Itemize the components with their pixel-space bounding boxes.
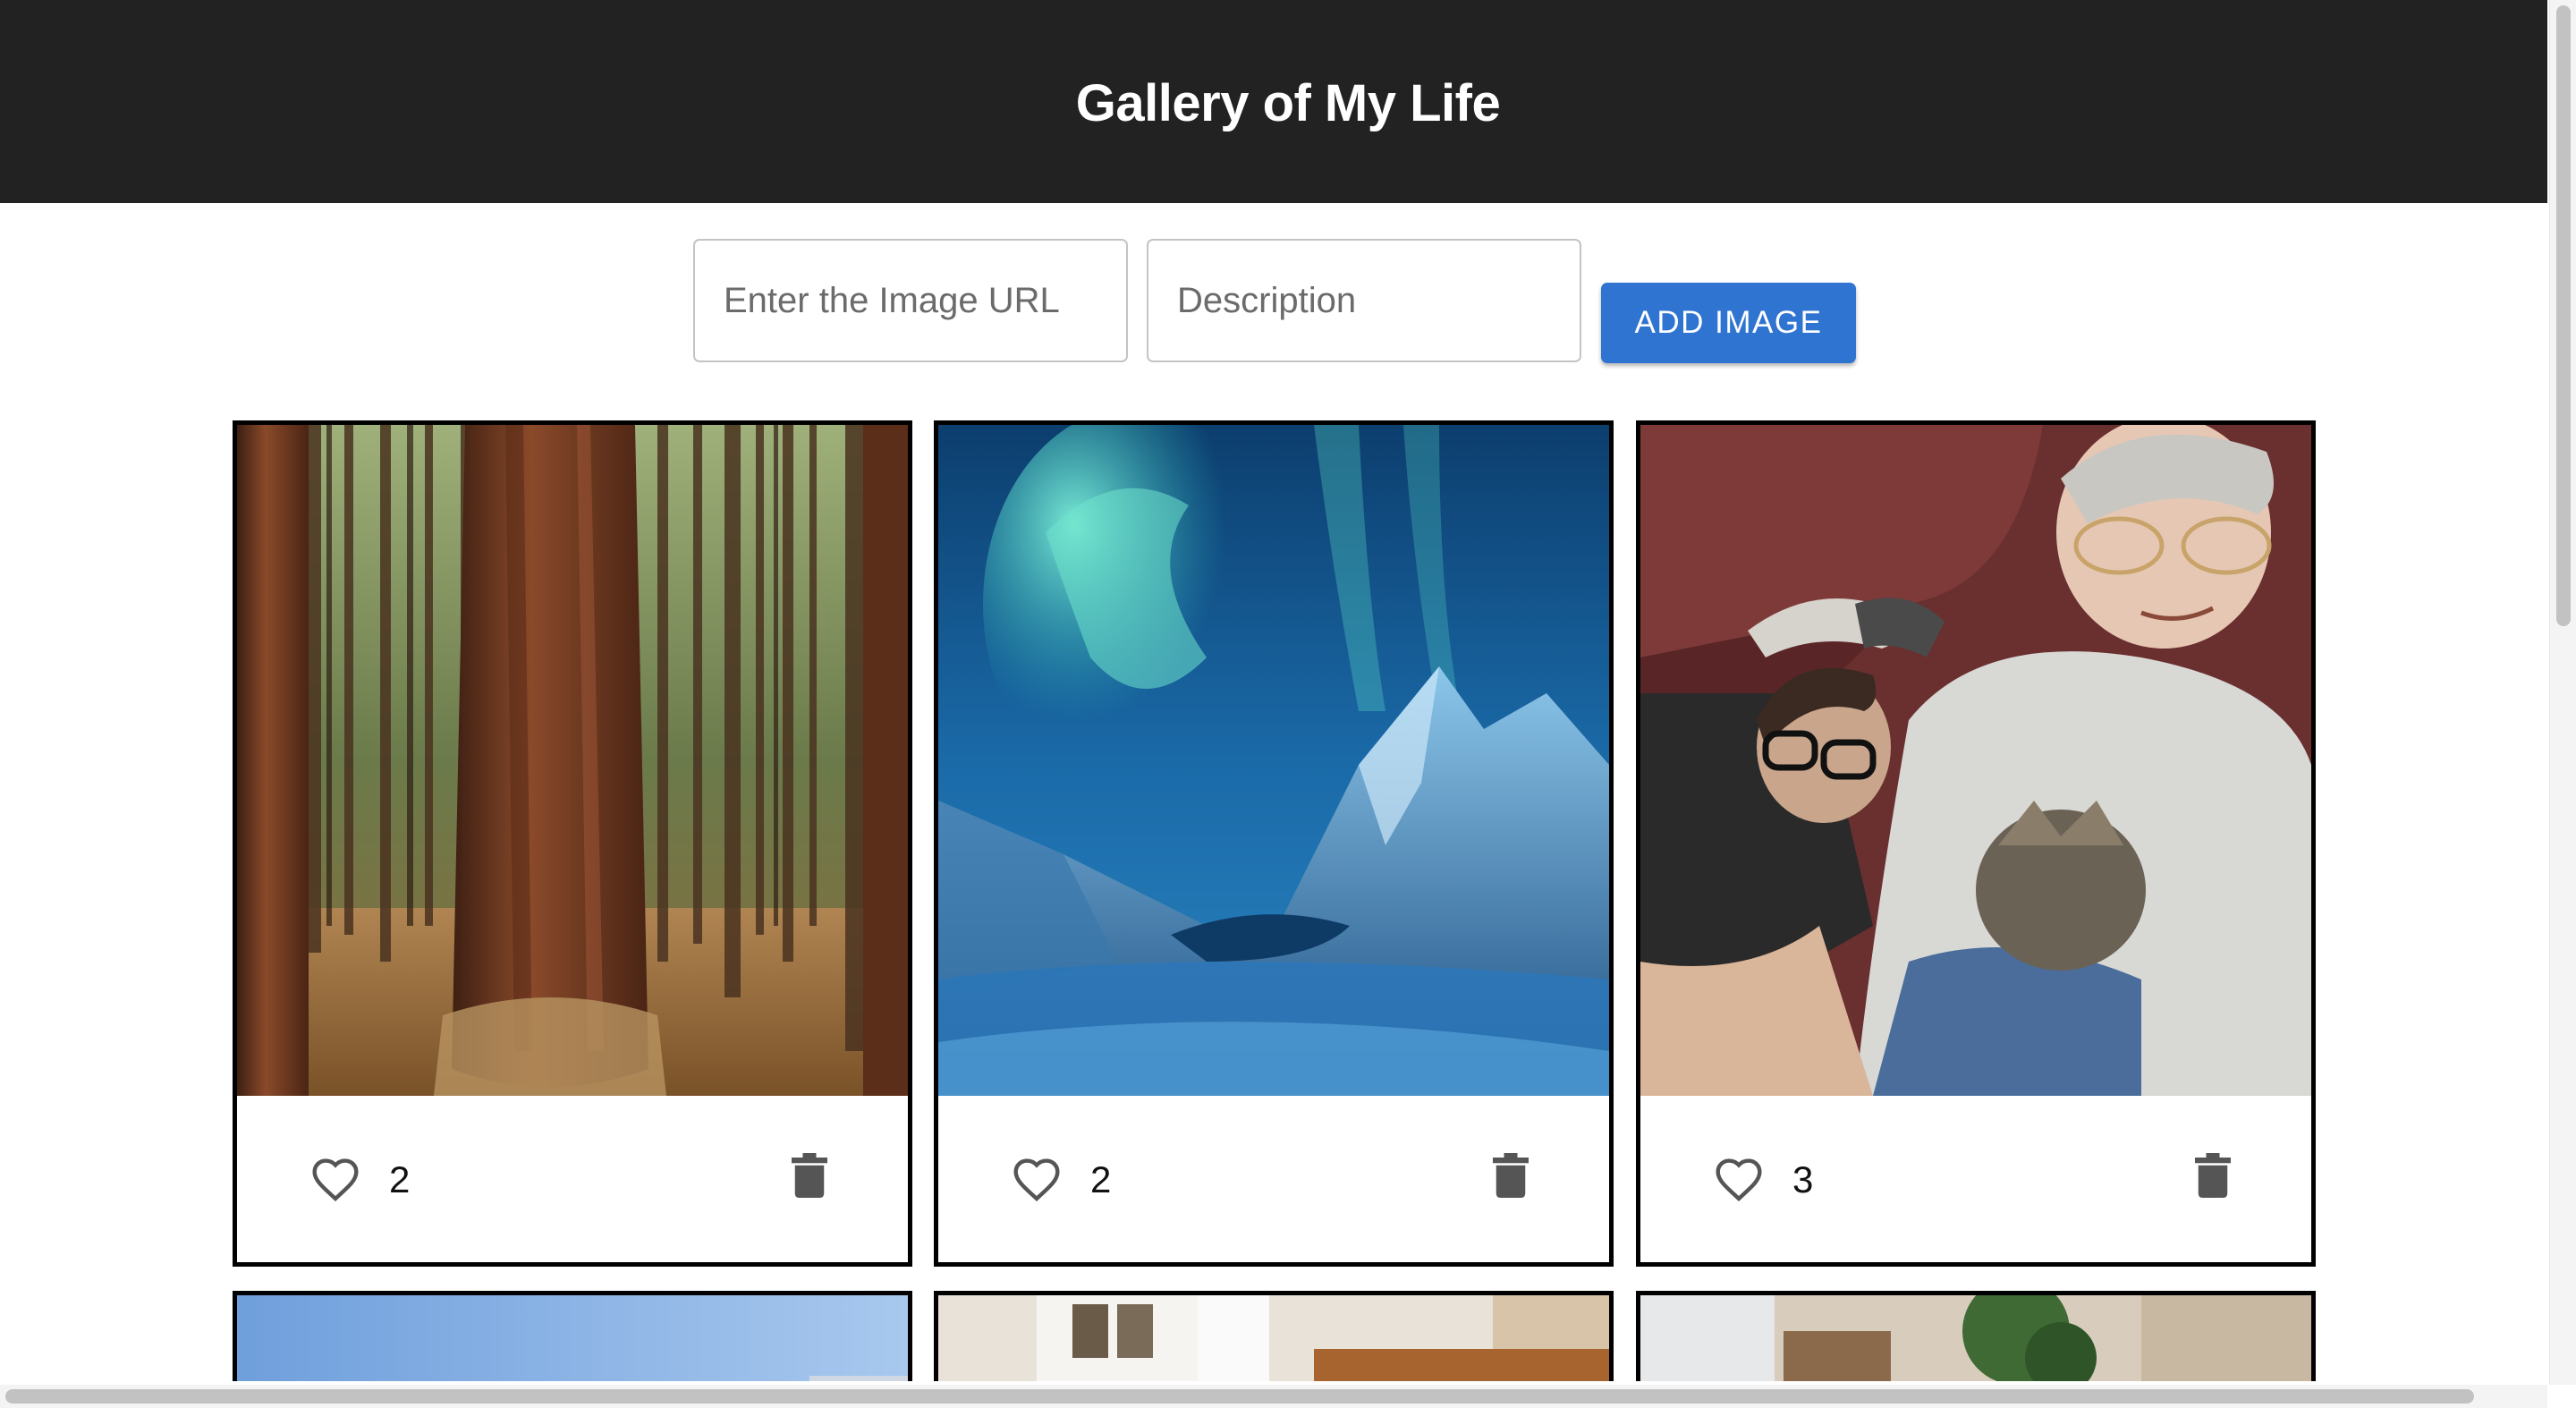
description-input[interactable]	[1148, 241, 1580, 360]
gallery-image-forest[interactable]	[237, 425, 908, 1096]
gallery-image-selfie[interactable]	[1640, 425, 2311, 1096]
add-image-button[interactable]: ADD IMAGE	[1601, 283, 1856, 363]
gallery-card	[934, 1291, 1614, 1381]
gallery-image-room[interactable]	[1640, 1295, 2311, 1381]
vertical-scroll-thumb[interactable]	[2556, 5, 2571, 626]
gallery-card: 3	[1636, 420, 2316, 1267]
card-actions: 2	[237, 1096, 908, 1262]
page-title: Gallery of My Life	[1075, 74, 1501, 132]
gallery-card	[1636, 1291, 2316, 1381]
gallery-image-aurora[interactable]	[938, 425, 1609, 1096]
description-field[interactable]	[1147, 239, 1581, 362]
app-header: Gallery of My Life	[0, 0, 2547, 203]
heart-outline-icon[interactable]	[1012, 1155, 1062, 1205]
heart-outline-icon[interactable]	[310, 1155, 360, 1205]
gallery-card: 2	[233, 420, 912, 1267]
like-count: 2	[1090, 1158, 1112, 1200]
gallery-card	[233, 1291, 912, 1381]
app-viewport: Gallery of My Life ADD IMAGE	[0, 0, 2547, 1381]
like-count: 2	[389, 1158, 411, 1200]
trash-icon[interactable]	[792, 1153, 827, 1198]
gallery-card: 2	[934, 420, 1614, 1267]
image-url-input[interactable]	[695, 241, 1126, 360]
horizontal-scroll-thumb[interactable]	[5, 1389, 2474, 1404]
heart-outline-icon[interactable]	[1714, 1155, 1764, 1205]
card-actions: 3	[1640, 1096, 2311, 1262]
image-url-field[interactable]	[693, 239, 1128, 362]
like-count: 3	[1792, 1158, 1814, 1200]
gallery-image-sky[interactable]	[237, 1295, 908, 1381]
trash-icon[interactable]	[1493, 1153, 1529, 1198]
card-actions: 2	[938, 1096, 1609, 1262]
gallery-image-interior[interactable]	[938, 1295, 1609, 1381]
trash-icon[interactable]	[2195, 1153, 2231, 1198]
